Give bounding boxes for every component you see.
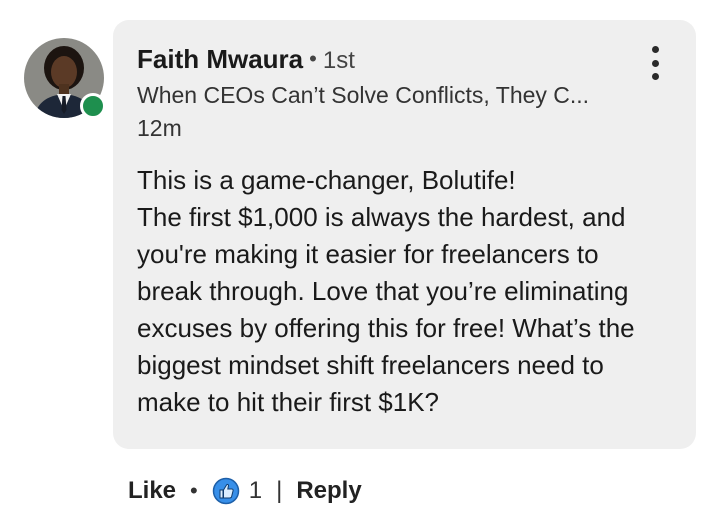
reaction-count[interactable]: 1	[249, 477, 262, 505]
comment-line: The first $1,000 is always the hardest, …	[137, 202, 626, 232]
comment-line: This is a game-changer, Bolutife!	[137, 165, 516, 195]
action-separator-dot: •	[190, 478, 198, 503]
comment-actions: Like • 1 | Reply	[128, 473, 362, 509]
more-options-button[interactable]	[643, 46, 667, 80]
author-row: Faith Mwaura • 1st	[137, 43, 355, 77]
comment-line: biggest mindset shift freelancers need t…	[137, 350, 604, 380]
like-button[interactable]: Like	[128, 477, 176, 505]
reply-button[interactable]: Reply	[296, 477, 361, 505]
comment-text: This is a game-changer, Bolutife! The fi…	[137, 162, 687, 421]
comment-line: you're making it easier for freelancers …	[137, 239, 599, 269]
comment-line: excuses by offering this for free! What’…	[137, 313, 635, 343]
action-divider: |	[276, 477, 283, 504]
connection-degree: 1st	[322, 47, 355, 74]
three-dots-vertical-icon	[651, 46, 659, 53]
comment-line: make to hit their first $1K?	[137, 387, 440, 417]
online-status-indicator	[80, 93, 106, 119]
comment-bubble: Faith Mwaura • 1st When CEOs Can’t Solve C…	[113, 20, 696, 449]
like-thumb-icon[interactable]	[212, 477, 240, 505]
comment-timestamp: 12m	[137, 115, 182, 141]
degree-separator: •	[309, 46, 317, 71]
author-name[interactable]: Faith Mwaura	[137, 44, 303, 74]
comment-line: break through. Love that you’re eliminat…	[137, 276, 629, 306]
author-headline: When CEOs Can’t Solve Conflicts, They C.…	[137, 82, 590, 108]
